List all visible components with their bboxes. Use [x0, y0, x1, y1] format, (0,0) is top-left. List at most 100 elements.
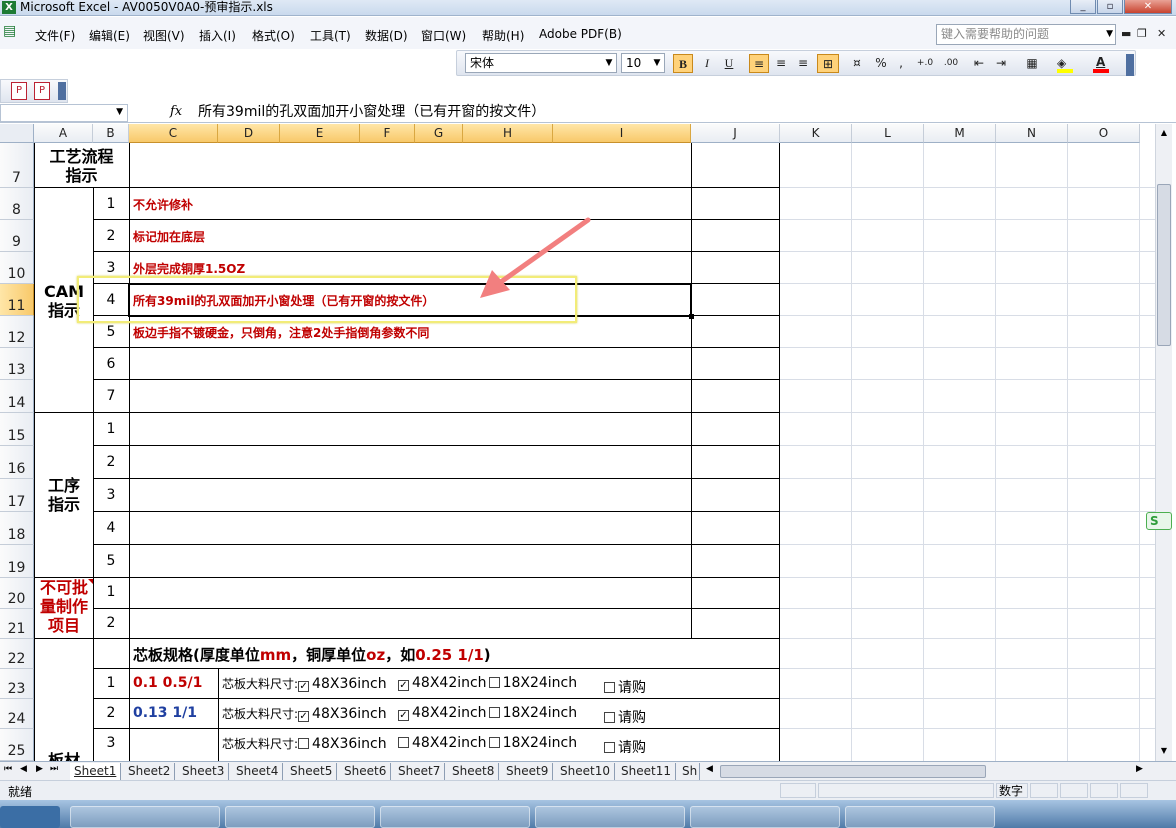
menu-file[interactable]: 文件(F) — [35, 27, 75, 44]
column-header-e[interactable]: E — [280, 124, 360, 143]
core-spec-value[interactable]: 0.1 0.5/1 — [133, 675, 202, 691]
column-header-a[interactable]: A — [34, 124, 93, 143]
column-header-f[interactable]: F — [360, 124, 415, 143]
scroll-thumb[interactable] — [1157, 184, 1171, 346]
increase-indent-icon[interactable]: ⇥ — [991, 54, 1011, 73]
row-header-17[interactable]: 17 — [0, 479, 34, 512]
select-all-corner[interactable] — [0, 124, 34, 143]
merge-center-icon[interactable]: ⊞ — [817, 54, 839, 73]
menu-insert[interactable]: 插入(I) — [199, 27, 236, 44]
font-name-select[interactable]: 宋体 ▼ — [465, 53, 617, 73]
column-header-n[interactable]: N — [996, 124, 1068, 143]
row-header-11[interactable]: 11 — [0, 284, 34, 316]
checkbox-48x36[interactable]: ✓ — [298, 711, 310, 722]
chevron-down-icon[interactable]: ▼ — [1106, 25, 1113, 44]
checkbox-48x42[interactable]: ✓ — [398, 710, 409, 721]
bold-button[interactable]: B — [673, 54, 693, 73]
checkbox-purchase[interactable] — [604, 712, 615, 723]
scroll-down-icon[interactable]: ▼ — [1157, 744, 1171, 758]
chevron-down-icon[interactable]: ▼ — [603, 54, 615, 72]
tab-sheet10[interactable]: Sheet10 — [556, 763, 615, 780]
align-left-icon[interactable]: ≡ — [749, 54, 769, 73]
align-right-icon[interactable]: ≡ — [793, 54, 813, 73]
menu-adobe-pdf[interactable]: Adobe PDF(B) — [539, 27, 622, 41]
row-header-15[interactable]: 15 — [0, 413, 34, 446]
taskbar-item[interactable] — [845, 806, 995, 828]
scroll-left-icon[interactable]: ◀ — [706, 764, 713, 774]
row-header-14[interactable]: 14 — [0, 380, 34, 413]
checkbox-48x36[interactable]: ✓ — [298, 681, 310, 692]
italic-button[interactable]: I — [697, 54, 717, 73]
start-button[interactable] — [0, 806, 60, 828]
cam-item-text[interactable]: 板边手指不镀硬金，只倒角，注意2处手指倒角参数不同 — [133, 324, 429, 341]
checkbox-purchase[interactable] — [604, 742, 615, 753]
borders-icon[interactable]: ▦ — [1021, 54, 1043, 73]
tab-sheet3[interactable]: Sheet3 — [178, 763, 230, 780]
menu-edit[interactable]: 编辑(E) — [89, 27, 130, 44]
tab-sheet11[interactable]: Sheet11 — [617, 763, 676, 780]
doc-restore-button[interactable]: ❐ — [1137, 27, 1147, 40]
column-header-o[interactable]: O — [1068, 124, 1140, 143]
toolbar-options-icon[interactable] — [58, 82, 66, 100]
restore-button[interactable]: ▫ — [1097, 0, 1123, 14]
decrease-indent-icon[interactable]: ⇤ — [969, 54, 989, 73]
close-button[interactable]: ✕ — [1124, 0, 1172, 14]
comma-button[interactable]: , — [893, 54, 909, 73]
row-header-22[interactable]: 22 — [0, 639, 34, 669]
cam-item-text[interactable]: 不允许修补 — [133, 196, 193, 213]
row-header-25[interactable]: 25 — [0, 729, 34, 761]
taskbar-item[interactable] — [70, 806, 220, 828]
menu-format[interactable]: 格式(O) — [252, 27, 295, 44]
chevron-down-icon[interactable]: ▼ — [116, 107, 123, 117]
excel-app-icon[interactable]: X — [2, 1, 16, 14]
toolbar-options-icon[interactable] — [1126, 54, 1134, 76]
tab-sheet7[interactable]: Sheet7 — [394, 763, 446, 780]
column-header-b[interactable]: B — [93, 124, 129, 143]
next-sheet-icon[interactable]: ▶ — [36, 764, 43, 774]
spreadsheet-grid[interactable]: A B C D E F G H I J K L M N O 7 8 9 10 1… — [0, 124, 1155, 761]
checkbox-48x36[interactable] — [298, 738, 310, 749]
column-header-i[interactable]: I — [553, 124, 691, 143]
row-header-8[interactable]: 8 — [0, 188, 34, 220]
tab-sheet2[interactable]: Sheet2 — [124, 763, 176, 780]
column-header-d[interactable]: D — [218, 124, 280, 143]
increase-decimal-button[interactable]: +.0 — [913, 54, 937, 73]
workbook-icon[interactable]: ▤ — [3, 23, 23, 41]
decrease-decimal-button[interactable]: .00 — [939, 54, 963, 73]
underline-button[interactable]: U — [719, 54, 739, 73]
tab-sheet6[interactable]: Sheet6 — [340, 763, 392, 780]
cam-item-text[interactable]: 标记加在底层 — [133, 228, 205, 245]
menu-tools[interactable]: 工具(T) — [310, 27, 351, 44]
checkbox-48x42[interactable] — [398, 737, 409, 748]
tab-sheet1[interactable]: Sheet1 — [70, 763, 122, 780]
column-header-g[interactable]: G — [415, 124, 463, 143]
row-header-20[interactable]: 20 — [0, 578, 34, 609]
minimize-button[interactable]: _ — [1070, 0, 1096, 14]
tab-sheet12[interactable]: Sh — [678, 763, 700, 780]
scroll-up-icon[interactable]: ▲ — [1157, 126, 1171, 140]
percent-button[interactable]: % — [871, 54, 891, 73]
checkbox-purchase[interactable] — [604, 682, 615, 693]
formula-input[interactable]: 所有39mil的孔双面加开小窗处理（已有开窗的按文件） — [198, 103, 545, 122]
name-box[interactable]: ▼ — [0, 104, 128, 122]
taskbar-item[interactable] — [535, 806, 685, 828]
row-header-13[interactable]: 13 — [0, 348, 34, 380]
menu-view[interactable]: 视图(V) — [143, 27, 185, 44]
doc-minimize-button[interactable]: ▬ — [1121, 27, 1131, 40]
insert-function-button[interactable]: fx — [170, 104, 182, 119]
currency-icon[interactable]: ¤ — [847, 54, 867, 73]
row-header-18[interactable]: 18 — [0, 512, 34, 545]
align-center-icon[interactable]: ≡ — [771, 54, 791, 73]
row-header-7[interactable]: 7 — [0, 143, 34, 188]
fill-handle[interactable] — [689, 314, 694, 319]
checkbox-18x24[interactable] — [488, 707, 500, 718]
prev-sheet-icon[interactable]: ◀ — [20, 764, 27, 774]
font-size-select[interactable]: 10 ▼ — [621, 53, 665, 73]
input-method-icon[interactable]: S — [1146, 512, 1172, 530]
horizontal-scroll-thumb[interactable] — [720, 765, 986, 778]
taskbar-item[interactable] — [690, 806, 840, 828]
convert-to-pdf-icon[interactable]: P — [11, 82, 27, 100]
menu-data[interactable]: 数据(D) — [365, 27, 408, 44]
row-header-23[interactable]: 23 — [0, 669, 34, 699]
menu-window[interactable]: 窗口(W) — [421, 27, 466, 44]
